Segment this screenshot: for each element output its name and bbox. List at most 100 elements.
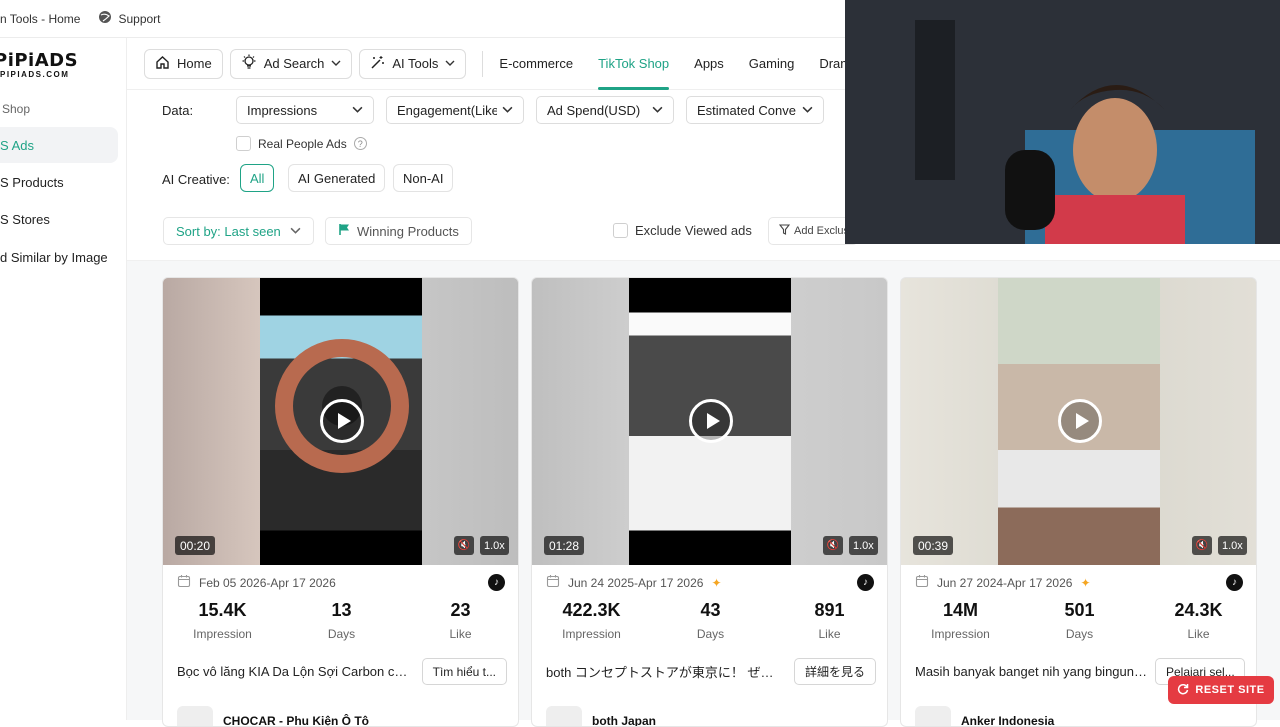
ad-description-row: Bọc vô lăng KIA Da Lộn Sợi Carbon cá t..… xyxy=(177,658,507,685)
advertiser[interactable]: CHOCAR - Phụ Kiện Ô Tô xyxy=(177,706,369,726)
chevron-down-icon xyxy=(802,103,813,118)
impression-value: 14M xyxy=(942,600,978,620)
advertiser-name: both Japan xyxy=(592,714,657,727)
help-icon[interactable]: ? xyxy=(353,137,367,150)
play-button[interactable] xyxy=(1058,399,1102,443)
checkbox-box[interactable] xyxy=(613,223,628,238)
real-people-ads-checkbox[interactable]: Real People Ads ? xyxy=(236,136,367,151)
real-people-label: Real People Ads xyxy=(258,136,347,151)
stats-row: 14M Impression 501 Days 24.3K Like xyxy=(901,600,1256,641)
speed-button[interactable]: 1.0x xyxy=(480,536,509,555)
avatar xyxy=(177,706,213,726)
filter-icon xyxy=(778,224,791,238)
impressions-dropdown[interactable]: Impressions xyxy=(236,96,374,124)
webcam-overlay xyxy=(845,0,1280,244)
days-label: Days xyxy=(1065,627,1094,641)
like-value: 891 xyxy=(814,600,845,620)
sidebar-item-label: S Ads xyxy=(0,137,34,153)
tiktok-icon: ♪ xyxy=(488,574,505,591)
days-value: 13 xyxy=(331,600,352,620)
stats-row: 15.4K Impression 13 Days 23 Like xyxy=(163,600,518,641)
video-preview[interactable]: 01:28 🔇 1.0x xyxy=(532,278,887,565)
home-icon xyxy=(155,55,170,73)
ai-tools-button[interactable]: AI Tools xyxy=(359,48,467,79)
mute-icon[interactable]: 🔇 xyxy=(1192,536,1212,555)
stats-row: 422.3K Impression 43 Days 891 Like xyxy=(532,600,887,641)
calendar-icon xyxy=(915,574,929,591)
like-label: Like xyxy=(1187,627,1210,641)
home-button[interactable]: Home xyxy=(144,48,223,79)
sidebar: PiPiADS PIPIADS.COM Shop S Ads S Product… xyxy=(0,38,127,720)
impression-label: Impression xyxy=(193,627,252,641)
nav-tiktok-shop[interactable]: TikTok Shop xyxy=(598,38,670,90)
sidebar-item-stores[interactable]: S Stores xyxy=(0,201,118,237)
ad-card[interactable]: 01:28 🔇 1.0x Jun 24 2025-Apr 17 2026 ✦ ♪… xyxy=(531,277,888,727)
date-range: Jun 27 2024-Apr 17 2026 ✦ xyxy=(915,574,1245,591)
nav-apps[interactable]: Apps xyxy=(694,38,724,90)
video-duration: 00:20 xyxy=(175,536,216,555)
date-range-text: Jun 27 2024-Apr 17 2026 xyxy=(937,575,1073,590)
magic-wand-icon xyxy=(370,55,385,73)
speed-button[interactable]: 1.0x xyxy=(1218,536,1247,555)
ai-filter-non-ai[interactable]: Non-AI xyxy=(393,164,454,192)
days-value: 43 xyxy=(700,600,721,620)
ad-card[interactable]: 00:20 🔇 1.0x Feb 05 2026-Apr 17 2026 ♪ 1… xyxy=(162,277,519,727)
like-label: Like xyxy=(818,627,841,641)
support-link[interactable]: Support xyxy=(98,10,161,27)
sidebar-item-similar-by-image[interactable]: d Similar by Image xyxy=(0,239,118,275)
data-filter-label: Data: xyxy=(162,103,194,118)
ai-creative-label: AI Creative: xyxy=(162,172,230,187)
globe-icon xyxy=(98,10,112,27)
advertiser-name: Anker Indonesia xyxy=(961,714,1055,727)
play-button[interactable] xyxy=(689,399,733,443)
tools-home-link[interactable]: n Tools - Home xyxy=(0,12,80,26)
days-label: Days xyxy=(327,627,356,641)
ai-filter-all[interactable]: All xyxy=(240,164,275,192)
date-range: Feb 05 2026-Apr 17 2026 xyxy=(177,574,507,591)
speed-button[interactable]: 1.0x xyxy=(849,536,878,555)
pipiads-logo[interactable]: PiPiADS PIPIADS.COM xyxy=(0,50,127,79)
chevron-down-icon xyxy=(290,224,301,239)
logo-text: PiPiADS xyxy=(0,50,79,71)
video-duration: 01:28 xyxy=(544,536,585,555)
like-value: 23 xyxy=(450,600,471,620)
lightbulb-icon xyxy=(241,54,257,73)
chevron-down-icon xyxy=(445,56,455,71)
mute-icon[interactable]: 🔇 xyxy=(823,536,843,555)
reset-site-button[interactable]: RESET SITE xyxy=(1168,676,1274,704)
sparkle-icon: ✦ xyxy=(1080,575,1091,590)
sidebar-group-label: Shop xyxy=(2,102,31,116)
cta-button[interactable]: 詳細を見る xyxy=(793,658,876,685)
sidebar-item-label: S Products xyxy=(0,174,64,190)
ad-search-button[interactable]: Ad Search xyxy=(229,48,353,79)
impression-value: 15.4K xyxy=(198,600,247,620)
nav-gaming[interactable]: Gaming xyxy=(749,38,795,90)
exclude-viewed-checkbox[interactable]: Exclude Viewed ads xyxy=(613,223,752,238)
cta-button[interactable]: Tìm hiểu t... xyxy=(421,658,507,685)
mute-icon[interactable]: 🔇 xyxy=(454,536,474,555)
chevron-down-icon xyxy=(502,103,513,118)
nav-ecommerce[interactable]: E-commerce xyxy=(499,38,573,90)
advertiser[interactable]: Anker Indonesia xyxy=(915,706,1055,727)
date-range-text: Feb 05 2026-Apr 17 2026 xyxy=(199,575,336,590)
advertiser[interactable]: both Japan xyxy=(546,706,657,727)
engagement-dropdown[interactable]: Engagement(Like xyxy=(386,96,524,124)
ad-spend-dropdown[interactable]: Ad Spend(USD) xyxy=(536,96,674,124)
winning-products-button[interactable]: Winning Products xyxy=(325,217,472,245)
impression-label: Impression xyxy=(931,627,990,641)
sidebar-item-products[interactable]: S Products xyxy=(0,164,118,200)
tools-home-label: n Tools - Home xyxy=(0,11,81,26)
estimated-conversion-dropdown[interactable]: Estimated Conve xyxy=(686,96,824,124)
ai-filter-generated[interactable]: AI Generated xyxy=(288,164,386,192)
sort-by-dropdown[interactable]: Sort by: Last seen xyxy=(163,217,314,245)
video-preview[interactable]: 00:20 🔇 1.0x xyxy=(163,278,518,565)
sidebar-item-label: S Stores xyxy=(0,211,50,227)
sidebar-item-ads[interactable]: S Ads xyxy=(0,127,118,163)
video-preview[interactable]: 00:39 🔇 1.0x xyxy=(901,278,1256,565)
ad-card[interactable]: 00:39 🔇 1.0x Jun 27 2024-Apr 17 2026 ✦ ♪… xyxy=(900,277,1257,727)
checkbox-box[interactable] xyxy=(236,136,251,151)
avatar xyxy=(546,706,582,726)
play-button[interactable] xyxy=(320,399,364,443)
ad-search-label: Ad Search xyxy=(263,56,325,71)
tiktok-icon: ♪ xyxy=(1226,574,1243,591)
